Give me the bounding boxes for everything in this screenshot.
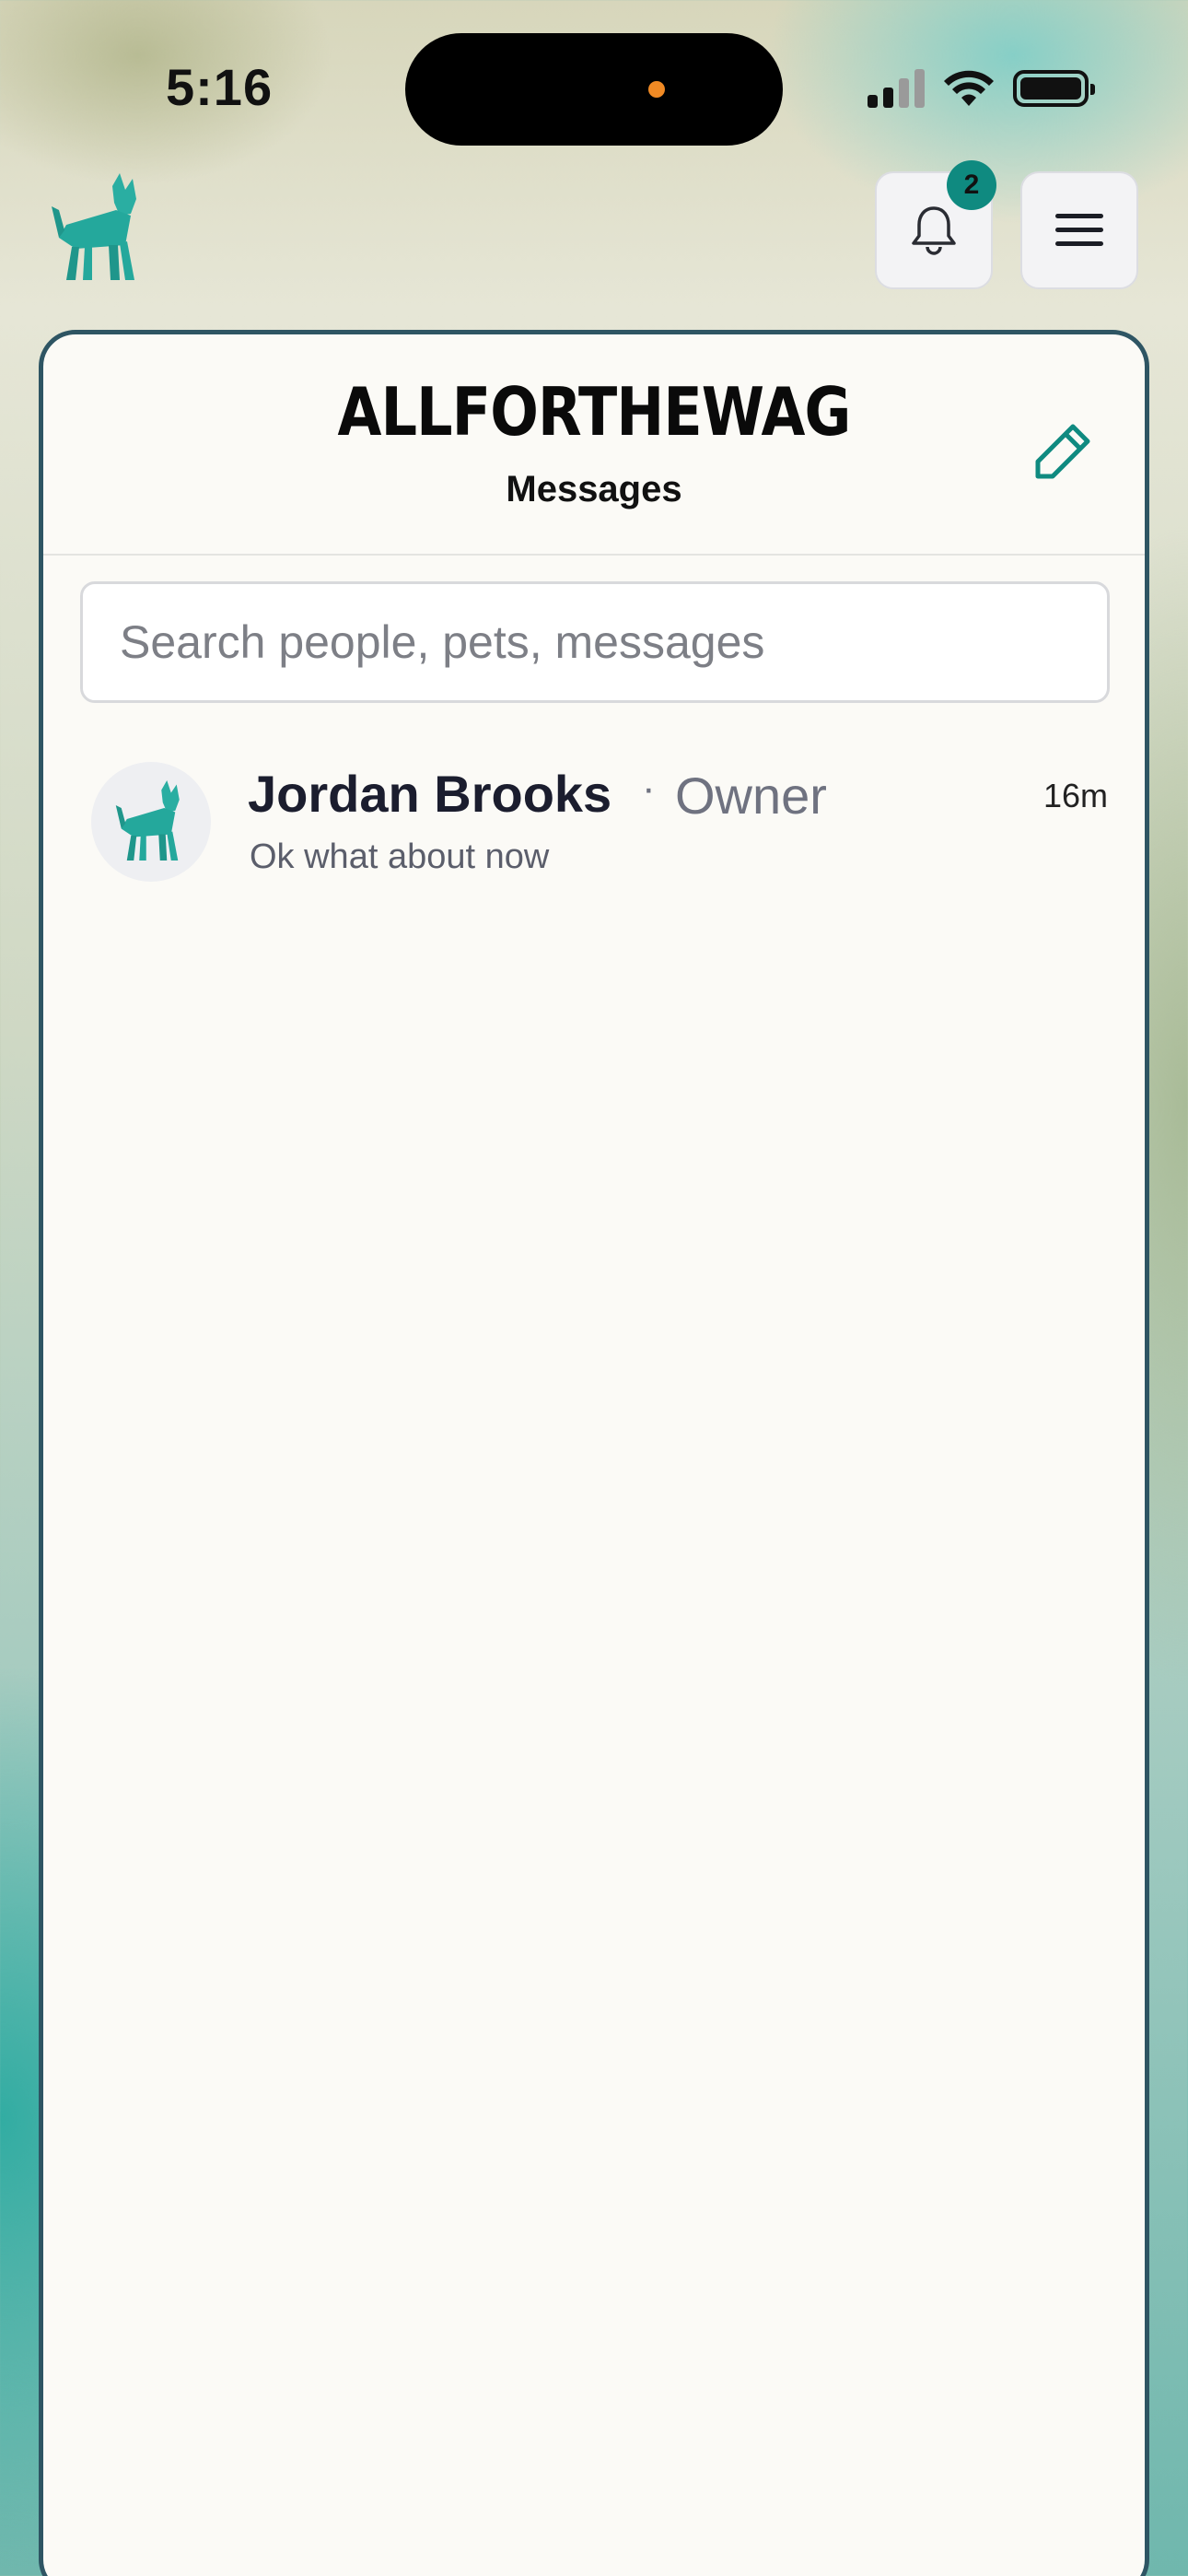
pencil-icon	[1035, 424, 1090, 479]
status-time: 5:16	[166, 58, 274, 116]
conversation-list-item[interactable]: Jordan Brooks · Owner 16m Ok what about …	[43, 745, 1145, 911]
name-role-separator: ·	[642, 766, 656, 811]
message-preview: Ok what about now	[250, 837, 550, 876]
battery-icon	[1013, 70, 1095, 107]
notification-count-badge: 2	[947, 160, 996, 210]
dog-logo-icon[interactable]	[48, 173, 149, 284]
avatar	[91, 762, 211, 882]
message-timestamp: 16m	[1042, 777, 1108, 814]
compose-button[interactable]	[1031, 419, 1095, 484]
dog-avatar-icon	[115, 780, 180, 861]
contact-role: Owner	[675, 767, 827, 825]
bell-icon	[912, 206, 956, 255]
brand-wordmark: ALLFORTHEWAG	[337, 373, 852, 451]
search-input[interactable]	[80, 581, 1110, 703]
recording-indicator-icon	[648, 81, 665, 98]
card-header: ALLFORTHEWAG Messages	[43, 334, 1145, 556]
page-title: Messages	[506, 469, 682, 509]
contact-name: Jordan Brooks	[248, 765, 612, 823]
hamburger-menu-icon	[1055, 214, 1103, 246]
dynamic-island	[405, 33, 783, 146]
notifications-button[interactable]: 2	[875, 160, 996, 289]
cellular-signal-icon	[868, 69, 925, 108]
wifi-icon	[944, 70, 994, 106]
menu-button[interactable]	[1020, 171, 1138, 289]
status-icons	[868, 66, 1095, 111]
messages-card: ALLFORTHEWAG Messages Jordan Brooks · Ow…	[39, 330, 1149, 2576]
